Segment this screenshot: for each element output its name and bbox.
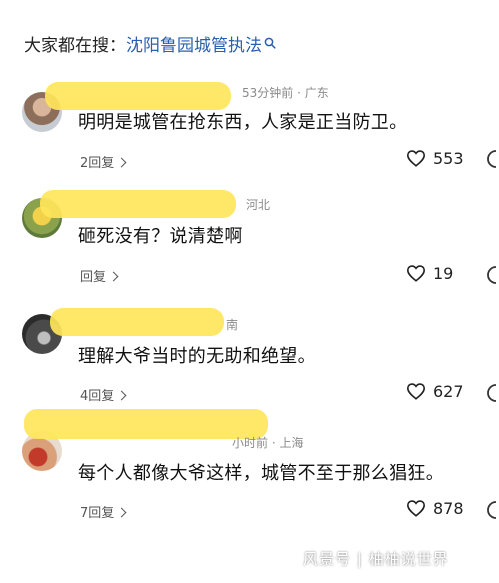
reply-button[interactable]: 2回复 xyxy=(80,152,127,171)
reply-count: 2回复 xyxy=(80,156,115,171)
like-count: 878 xyxy=(433,499,464,518)
watermark: 风景号 | 柚柚说世界 xyxy=(303,550,449,568)
chevron-right-icon xyxy=(116,390,127,401)
comment-meta: 小时前 · 上海 xyxy=(232,436,304,450)
reply-button[interactable]: 4回复 xyxy=(80,385,127,404)
like-button[interactable]: 878 xyxy=(406,499,464,518)
reply-button[interactable]: 回复 xyxy=(80,266,119,285)
partial-icon xyxy=(487,501,497,519)
search-suggestion-bar[interactable]: 大家都在搜：沈阳鲁园城管执法 xyxy=(24,34,276,58)
reply-count: 4回复 xyxy=(80,389,115,404)
like-button[interactable]: 19 xyxy=(406,264,453,283)
comment-item: 小时前 · 上海 每个人都像大爷这样，城管不至于那么猖狂。 7回复 878 xyxy=(0,403,499,521)
comment-item: 53分钟前 · 广东 明明是城管在抢东西，人家是正当防卫。 2回复 553 xyxy=(0,80,499,192)
partial-icon xyxy=(487,150,497,168)
comment-meta: 南 xyxy=(226,318,239,332)
comment-text: 每个人都像大爷这样，城管不至于那么猖狂。 xyxy=(78,463,444,484)
heart-icon xyxy=(406,265,426,282)
comment-meta: 53分钟前 · 广东 xyxy=(242,86,329,100)
redaction-highlight xyxy=(40,190,236,218)
comment-item: 河北 砸死没有？说清楚啊 回复 19 xyxy=(0,190,499,302)
chevron-right-icon xyxy=(108,271,119,282)
partial-icon xyxy=(487,384,497,402)
like-button[interactable]: 627 xyxy=(406,382,464,401)
partial-icon xyxy=(487,266,497,284)
redaction-highlight xyxy=(45,82,231,110)
reply-count: 回复 xyxy=(80,270,107,285)
reply-button[interactable]: 7回复 xyxy=(80,502,127,521)
search-icon[interactable] xyxy=(264,37,276,49)
comment-meta: 河北 xyxy=(246,198,271,212)
comment-text: 砸死没有？说清楚啊 xyxy=(78,226,243,247)
like-count: 627 xyxy=(433,382,464,401)
like-button[interactable]: 553 xyxy=(406,149,464,168)
like-count: 553 xyxy=(433,149,464,168)
comment-text: 明明是城管在抢东西，人家是正当防卫。 xyxy=(78,112,408,133)
heart-icon xyxy=(406,500,426,517)
search-prefix-label: 大家都在搜： xyxy=(24,36,126,56)
chevron-right-icon xyxy=(116,507,127,518)
heart-icon xyxy=(406,150,426,167)
comment-item: 南 理解大爷当时的无助和绝望。 4回复 627 xyxy=(0,306,499,418)
reply-count: 7回复 xyxy=(80,506,115,521)
comment-text: 理解大爷当时的无助和绝望。 xyxy=(78,346,316,367)
chevron-right-icon xyxy=(116,157,127,168)
heart-icon xyxy=(406,383,426,400)
like-count: 19 xyxy=(433,264,454,283)
search-term-link[interactable]: 沈阳鲁园城管执法 xyxy=(126,36,262,56)
redaction-highlight xyxy=(50,308,224,336)
